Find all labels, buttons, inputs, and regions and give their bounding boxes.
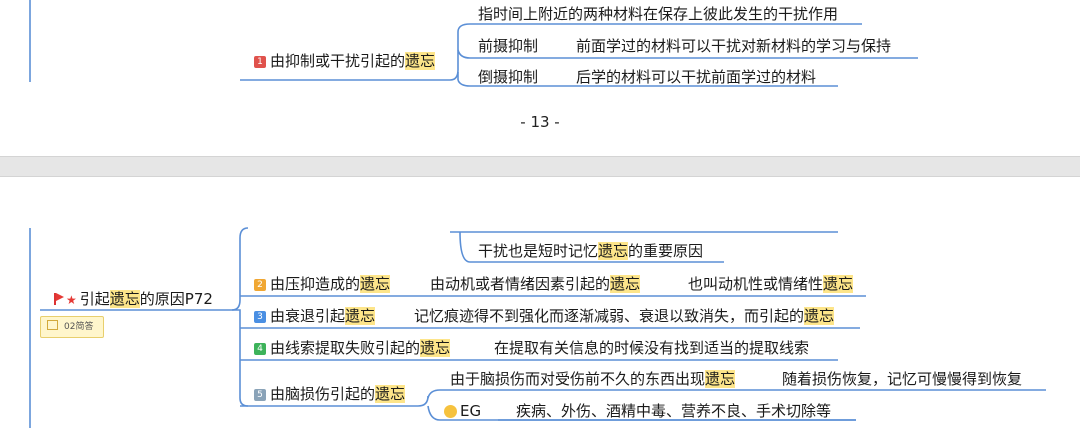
interference-note[interactable]: 干扰也是短时记忆遗忘的重要原因 (478, 242, 703, 260)
note-tag[interactable]: 02简答 (40, 316, 104, 338)
eg-label[interactable]: EG (444, 402, 481, 420)
branch-decay[interactable]: 3 由衰退引起遗忘 (254, 307, 376, 325)
retroactive-label[interactable]: 倒摄抑制 (478, 68, 538, 86)
priority-2-icon: 2 (254, 279, 266, 291)
cue-failure-desc[interactable]: 在提取有关信息的时候没有找到适当的提取线索 (494, 339, 809, 357)
priority-1-icon: 1 (254, 56, 266, 68)
decay-desc[interactable]: 记忆痕迹得不到强化而逐渐减弱、衰退以致消失，而引起的遗忘 (414, 307, 835, 325)
root-topic[interactable]: ★ 引起遗忘的原因P72 (54, 290, 213, 309)
smile-icon (444, 405, 457, 418)
star-icon: ★ (66, 293, 77, 307)
branch-cue-failure[interactable]: 4 由线索提取失败引起的遗忘 (254, 339, 451, 357)
proactive-label[interactable]: 前摄抑制 (478, 37, 538, 55)
repression-desc[interactable]: 由动机或者情绪因素引起的遗忘 (430, 275, 641, 293)
note-icon (47, 320, 58, 330)
priority-4-icon: 4 (254, 343, 266, 355)
retroactive-desc[interactable]: 后学的材料可以干扰前面学过的材料 (576, 68, 816, 86)
flag-icon (54, 293, 64, 305)
interference-definition[interactable]: 指时间上附近的两种材料在保存上彼此发生的干扰作用 (478, 5, 838, 23)
repression-alias[interactable]: 也叫动机性或情绪性遗忘 (688, 275, 854, 293)
brain-injury-recovery[interactable]: 随着损伤恢复，记忆可慢慢得到恢复 (782, 370, 1022, 388)
branch-repression[interactable]: 2 由压抑造成的遗忘 (254, 275, 391, 293)
brain-injury-desc[interactable]: 由于脑损伤而对受伤前不久的东西出现遗忘 (450, 370, 736, 388)
page-gap (0, 156, 1080, 177)
page-13 (0, 0, 1080, 156)
eg-desc[interactable]: 疾病、外伤、酒精中毒、营养不良、手术切除等 (516, 402, 831, 420)
branch-brain-injury[interactable]: 5 由脑损伤引起的遗忘 (254, 385, 406, 403)
priority-5-icon: 5 (254, 389, 266, 401)
page-number: - 13 - (520, 113, 560, 131)
proactive-desc[interactable]: 前面学过的材料可以干扰对新材料的学习与保持 (576, 37, 891, 55)
priority-3-icon: 3 (254, 311, 266, 323)
branch-interference[interactable]: 1 由抑制或干扰引起的遗忘 (254, 52, 436, 70)
